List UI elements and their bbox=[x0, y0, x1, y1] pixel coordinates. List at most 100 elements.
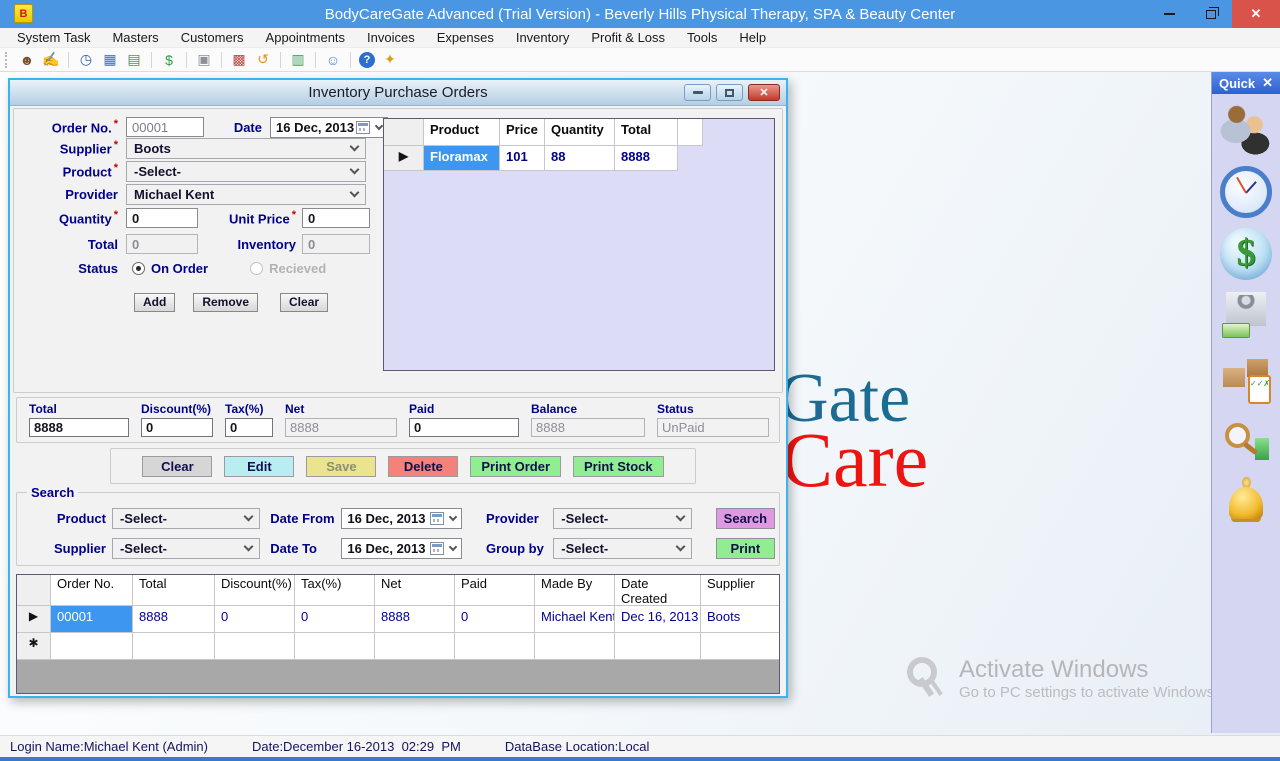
grid-header-cell[interactable]: Product bbox=[424, 119, 500, 146]
grid-cell[interactable]: 8888 bbox=[375, 606, 455, 633]
package-icon[interactable]: ▣ bbox=[195, 51, 213, 69]
product-select[interactable]: -Select- bbox=[126, 161, 366, 182]
grid-cell[interactable] bbox=[295, 633, 375, 660]
totals-value[interactable]: 0 bbox=[225, 418, 273, 437]
grid-header-cell[interactable]: Supplier bbox=[701, 575, 780, 606]
grid-cell[interactable] bbox=[215, 633, 295, 660]
print-button[interactable]: Print bbox=[716, 538, 775, 559]
totals-value[interactable]: 8888 bbox=[285, 418, 397, 437]
row-selector[interactable]: ✱ bbox=[17, 633, 51, 660]
search-provider-select[interactable]: -Select- bbox=[553, 508, 691, 529]
gift-icon[interactable]: ▩ bbox=[230, 51, 248, 69]
grid-header-cell[interactable]: Total bbox=[615, 119, 678, 146]
received-radio[interactable] bbox=[250, 262, 263, 275]
safe-icon[interactable] bbox=[1220, 290, 1272, 342]
grid-header-cell[interactable]: Discount(%) bbox=[215, 575, 295, 606]
action-button[interactable]: Clear bbox=[142, 456, 212, 477]
action-button[interactable]: Print Stock bbox=[573, 456, 664, 477]
grid-header-cell[interactable]: Tax(%) bbox=[295, 575, 375, 606]
grid-cell[interactable]: 8888 bbox=[615, 146, 678, 171]
help-icon[interactable]: ? bbox=[359, 52, 375, 68]
date-from-picker[interactable]: 16 Dec, 2013 bbox=[341, 508, 462, 529]
menu-item[interactable]: Appointments bbox=[255, 28, 357, 47]
order-no-field[interactable]: 00001 bbox=[126, 117, 204, 137]
bell-icon[interactable] bbox=[1220, 476, 1272, 528]
dialog-minimize-button[interactable] bbox=[684, 84, 711, 101]
grid-header-cell[interactable]: Price bbox=[500, 119, 545, 146]
add-button[interactable]: Add bbox=[134, 293, 175, 312]
grid-header-cell[interactable]: Total bbox=[133, 575, 215, 606]
totals-value[interactable]: 8888 bbox=[29, 418, 129, 437]
bell-icon[interactable]: ✦ bbox=[381, 51, 399, 69]
grid-cell[interactable]: Boots bbox=[701, 606, 780, 633]
grid-row[interactable]: ▶0000188880088880Michael KentDec 16, 201… bbox=[17, 606, 779, 633]
invoice-icon[interactable]: ▤ bbox=[125, 51, 143, 69]
provider-select[interactable]: Michael Kent bbox=[126, 184, 366, 205]
search-supplier-select[interactable]: -Select- bbox=[112, 538, 260, 559]
action-button[interactable]: Delete bbox=[388, 456, 458, 477]
grid-cell[interactable]: 00001 bbox=[51, 606, 133, 633]
restore-button[interactable] bbox=[1190, 0, 1232, 28]
totals-value[interactable]: 8888 bbox=[531, 418, 645, 437]
remove-button[interactable]: Remove bbox=[193, 293, 258, 312]
dollar-icon[interactable] bbox=[1220, 228, 1272, 280]
grid-header-cell[interactable]: Net bbox=[375, 575, 455, 606]
search-button[interactable]: Search bbox=[716, 508, 775, 529]
date-to-picker[interactable]: 16 Dec, 2013 bbox=[341, 538, 462, 559]
grid-row[interactable]: ✱ bbox=[17, 633, 779, 660]
grid-cell[interactable] bbox=[455, 633, 535, 660]
action-button[interactable]: Save bbox=[306, 456, 376, 477]
clear-items-button[interactable]: Clear bbox=[280, 293, 328, 312]
customers-icon[interactable] bbox=[1220, 104, 1272, 156]
clock-icon[interactable]: ◷ bbox=[77, 51, 95, 69]
user-status-icon[interactable]: ☺ bbox=[324, 51, 342, 69]
grid-cell[interactable]: 0 bbox=[295, 606, 375, 633]
grid-cell[interactable] bbox=[133, 633, 215, 660]
totals-value[interactable]: UnPaid bbox=[657, 418, 769, 437]
calendar-icon[interactable]: ▦ bbox=[101, 51, 119, 69]
menu-item[interactable]: Tools bbox=[676, 28, 728, 47]
clock-icon[interactable] bbox=[1220, 166, 1272, 218]
grid-cell[interactable] bbox=[701, 633, 780, 660]
supplier-select[interactable]: Boots bbox=[126, 138, 366, 159]
grid-header-cell[interactable]: Quantity bbox=[545, 119, 615, 146]
grid-cell[interactable]: 101 bbox=[500, 146, 545, 171]
date-picker[interactable]: 16 Dec, 2013 bbox=[270, 117, 388, 138]
minimize-button[interactable] bbox=[1148, 0, 1190, 28]
menu-item[interactable]: Customers bbox=[170, 28, 255, 47]
grid-cell[interactable]: 0 bbox=[455, 606, 535, 633]
menu-item[interactable]: Profit & Loss bbox=[580, 28, 676, 47]
grid-header-cell[interactable]: Order No. bbox=[51, 575, 133, 606]
grid-cell[interactable] bbox=[51, 633, 133, 660]
grid-cell[interactable] bbox=[615, 633, 701, 660]
reports-icon[interactable] bbox=[1220, 414, 1272, 466]
dialog-close-button[interactable]: ✕ bbox=[748, 84, 780, 101]
quick-panel-close-icon[interactable]: ✕ bbox=[1262, 75, 1273, 91]
menu-item[interactable]: Inventory bbox=[505, 28, 580, 47]
row-selector[interactable]: ▶ bbox=[17, 606, 51, 633]
menu-item[interactable]: Masters bbox=[101, 28, 169, 47]
inventory-icon[interactable] bbox=[1220, 352, 1272, 404]
grid-header-cell[interactable]: Paid bbox=[455, 575, 535, 606]
menu-item[interactable]: Expenses bbox=[426, 28, 505, 47]
users-icon[interactable]: ☻ bbox=[18, 51, 36, 69]
quantity-field[interactable]: 0 bbox=[126, 208, 198, 228]
grid-cell[interactable]: 8888 bbox=[133, 606, 215, 633]
chart-icon[interactable]: ▥ bbox=[289, 51, 307, 69]
grid-cell[interactable] bbox=[535, 633, 615, 660]
menu-item[interactable]: Invoices bbox=[356, 28, 426, 47]
action-button[interactable]: Edit bbox=[224, 456, 294, 477]
grid-cell[interactable]: 0 bbox=[215, 606, 295, 633]
search-product-select[interactable]: -Select- bbox=[112, 508, 260, 529]
grid-header-cell[interactable]: Made By bbox=[535, 575, 615, 606]
totals-value[interactable]: 0 bbox=[409, 418, 519, 437]
close-button[interactable]: ✕ bbox=[1232, 0, 1280, 28]
on-order-radio[interactable] bbox=[132, 262, 145, 275]
edit-customer-icon[interactable]: ✍ bbox=[42, 51, 60, 69]
grid-cell[interactable]: Floramax bbox=[424, 146, 500, 171]
menu-item[interactable]: System Task bbox=[6, 28, 101, 47]
unit-price-field[interactable]: 0 bbox=[302, 208, 370, 228]
action-button[interactable]: Print Order bbox=[470, 456, 561, 477]
menu-item[interactable]: Help bbox=[728, 28, 777, 47]
undo-icon[interactable]: ↺ bbox=[254, 51, 272, 69]
